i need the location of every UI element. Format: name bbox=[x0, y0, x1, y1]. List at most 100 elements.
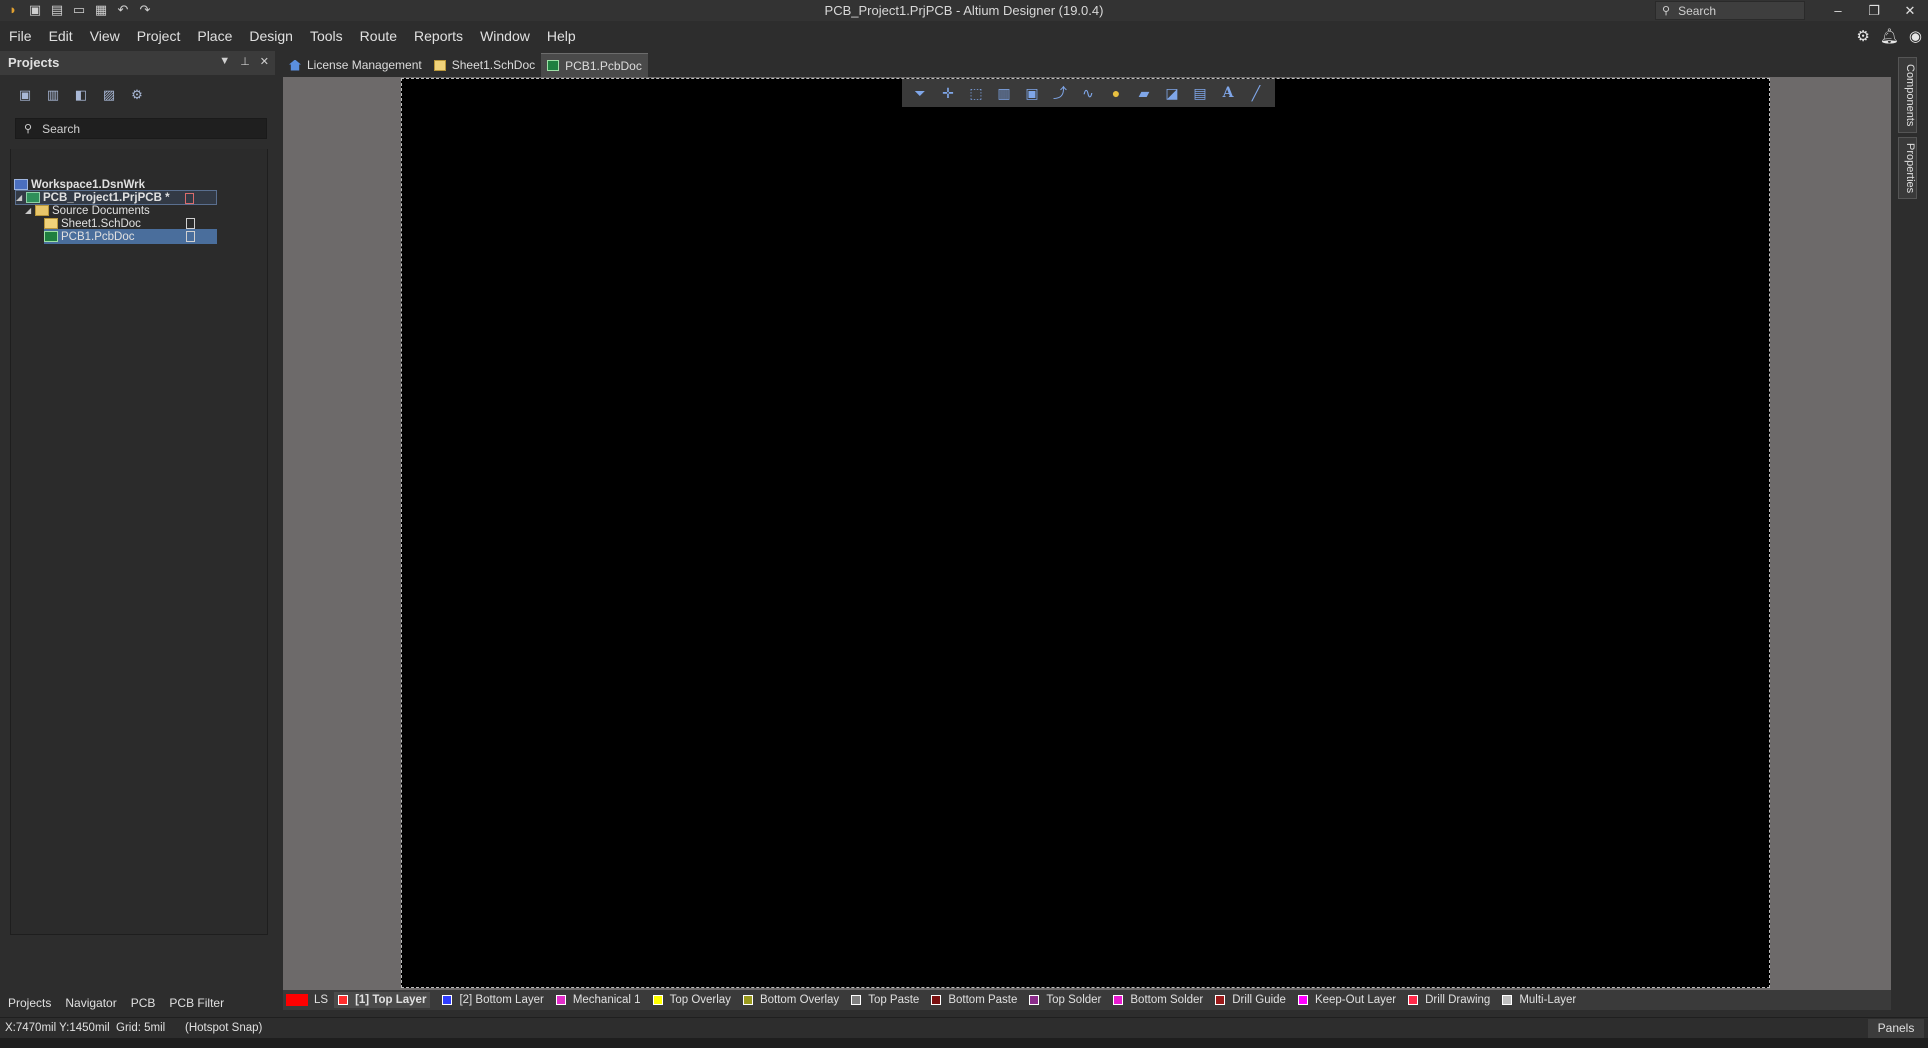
expand-arrow-icon[interactable]: ◢ bbox=[25, 206, 35, 215]
pad-icon[interactable]: ● bbox=[1106, 83, 1126, 103]
line-icon[interactable]: ╱ bbox=[1246, 83, 1266, 103]
tree-document-label: PCB1.PcbDoc bbox=[61, 230, 135, 243]
doc-tab-label: PCB1.PcbDoc bbox=[565, 58, 642, 73]
select-area-icon[interactable]: ⬚ bbox=[966, 83, 986, 103]
layer-label: Multi-Layer bbox=[1519, 994, 1577, 1006]
menu-reports[interactable]: Reports bbox=[414, 28, 463, 44]
projects-toolbar: ▣ ▥ ◧ ▨ ⚙ bbox=[16, 87, 146, 103]
doc-tab-label: License Management bbox=[307, 58, 422, 72]
save-icon[interactable]: ▣ bbox=[16, 87, 34, 103]
current-layer-indicator[interactable]: LS bbox=[286, 994, 328, 1006]
layer-tab[interactable]: Bottom Solder bbox=[1113, 994, 1203, 1006]
doc-tab-sheet1[interactable]: Sheet1.SchDoc bbox=[428, 53, 541, 77]
settings-gear-icon[interactable]: ⚙ bbox=[128, 87, 146, 103]
layer-label: Bottom Paste bbox=[948, 994, 1018, 1006]
route-icon[interactable]: ⤴ bbox=[1050, 83, 1070, 103]
layer-color-swatch bbox=[1502, 995, 1513, 1005]
layer-tabs-bar: LS [1] Top Layer [2] Bottom Layer Mechanic… bbox=[283, 990, 1891, 1010]
filter-icon[interactable]: ⏷ bbox=[910, 83, 930, 103]
pcb-doc-icon bbox=[547, 60, 560, 71]
layer-label: Top Overlay bbox=[669, 994, 731, 1006]
home-icon bbox=[289, 59, 301, 71]
tree-document-pcb1[interactable]: PCB1.PcbDoc bbox=[44, 229, 217, 244]
active-bar-toolbar: ⏷ ✛ ⬚ ▥ ▣ ⤴ ∿ ● ▰ ◪ ▤ A ╱ bbox=[902, 79, 1275, 107]
status-bar: X:7470mil Y:1450mil Grid: 5mil (Hotspot … bbox=[0, 1017, 1928, 1038]
pcb-board-sheet[interactable] bbox=[401, 78, 1770, 988]
menu-project[interactable]: Project bbox=[137, 28, 181, 44]
close-button[interactable]: ✕ bbox=[1892, 0, 1928, 21]
menu-design[interactable]: Design bbox=[249, 28, 293, 44]
layer-tab[interactable]: Keep-Out Layer bbox=[1297, 994, 1396, 1006]
layer-label: Top Solder bbox=[1046, 994, 1102, 1006]
tree-project-label: PCB_Project1.PrjPCB * bbox=[43, 191, 170, 204]
taskbar-strip bbox=[0, 1038, 1928, 1048]
dimension-icon[interactable]: ▤ bbox=[1190, 83, 1210, 103]
panels-button[interactable]: Panels bbox=[1868, 1019, 1924, 1038]
layer-tab[interactable]: Bottom Overlay bbox=[742, 994, 839, 1006]
layer-color-swatch bbox=[851, 995, 862, 1005]
layer-label: [2] Bottom Layer bbox=[459, 994, 544, 1006]
search-icon: ⚲ bbox=[24, 123, 33, 135]
layer-tab[interactable]: Top Solder bbox=[1029, 994, 1101, 1006]
layer-tab[interactable]: Multi-Layer bbox=[1502, 994, 1576, 1006]
interactive-route-icon[interactable]: ∿ bbox=[1078, 83, 1098, 103]
layer-tab[interactable]: Top Overlay bbox=[652, 994, 731, 1006]
altium-designer-window: ◗ ▣ ▤ ▭ ▦ ↶ ↷ PCB_Project1.PrjPCB - Alti… bbox=[0, 0, 1928, 1048]
layer-tab[interactable]: Drill Guide bbox=[1215, 994, 1286, 1006]
layer-label: Bottom Solder bbox=[1130, 994, 1204, 1006]
minimize-button[interactable]: – bbox=[1820, 0, 1856, 21]
menu-edit[interactable]: Edit bbox=[49, 28, 73, 44]
layer-tab[interactable]: [1] Top Layer bbox=[334, 992, 431, 1008]
layer-tab[interactable]: Drill Drawing bbox=[1408, 994, 1490, 1006]
polygon-icon[interactable]: ▰ bbox=[1134, 83, 1154, 103]
schematic-doc-icon bbox=[44, 218, 58, 229]
global-search-input[interactable]: ⚲ Search bbox=[1655, 1, 1805, 20]
pcb-editor-workspace[interactable]: ⏷ ✛ ⬚ ▥ ▣ ⤴ ∿ ● ▰ ◪ ▤ A ╱ bbox=[283, 77, 1891, 990]
compile-icon[interactable]: ▥ bbox=[44, 87, 62, 103]
cross-probe-icon[interactable]: ✛ bbox=[938, 83, 958, 103]
components-panel-tab[interactable]: Components bbox=[1898, 57, 1917, 133]
menu-route[interactable]: Route bbox=[360, 28, 397, 44]
layer-color-swatch bbox=[442, 995, 453, 1005]
projects-search-input[interactable]: ⚲ Search bbox=[15, 118, 267, 139]
shape-icon[interactable]: ◪ bbox=[1162, 83, 1182, 103]
current-layer-swatch bbox=[286, 994, 308, 1006]
properties-panel-tab[interactable]: Properties bbox=[1898, 137, 1917, 199]
restore-button[interactable]: ❐ bbox=[1856, 0, 1892, 21]
panel-pin-icon[interactable]: ⊥ bbox=[240, 55, 250, 68]
menu-place[interactable]: Place bbox=[197, 28, 232, 44]
menu-help[interactable]: Help bbox=[547, 28, 576, 44]
layer-color-swatch bbox=[555, 995, 566, 1005]
project-options-icon[interactable]: ▨ bbox=[100, 87, 118, 103]
tab-pcb-filter[interactable]: PCB Filter bbox=[163, 993, 231, 1013]
global-search-label: Search bbox=[1678, 3, 1717, 18]
layer-label: Mechanical 1 bbox=[572, 994, 641, 1006]
component-icon[interactable]: ▣ bbox=[1022, 83, 1042, 103]
menu-window[interactable]: Window bbox=[480, 28, 530, 44]
doc-tab-pcb1[interactable]: PCB1.PcbDoc bbox=[541, 53, 648, 77]
menu-view[interactable]: View bbox=[90, 28, 120, 44]
window-title: PCB_Project1.PrjPCB - Altium Designer (1… bbox=[824, 3, 1104, 18]
settings-gear-icon[interactable]: ⚙ bbox=[1856, 27, 1869, 45]
layer-color-swatch bbox=[1297, 995, 1308, 1005]
align-icon[interactable]: ▥ bbox=[994, 83, 1014, 103]
layer-tab[interactable]: [2] Bottom Layer bbox=[442, 994, 544, 1006]
doc-tab-license-management[interactable]: License Management bbox=[283, 53, 428, 77]
layer-tab[interactable]: Mechanical 1 bbox=[555, 994, 641, 1006]
layer-tab[interactable]: Top Paste bbox=[851, 994, 919, 1006]
snap-mode: (Hotspot Snap) bbox=[185, 1022, 263, 1034]
tab-projects[interactable]: Projects bbox=[2, 993, 58, 1013]
user-account-icon[interactable]: ◉ bbox=[1909, 27, 1922, 45]
tab-pcb[interactable]: PCB bbox=[124, 993, 162, 1013]
panel-menu-chevron-down-icon[interactable]: ▼ bbox=[219, 55, 230, 68]
notifications-bell-icon[interactable]: 🔔︎ bbox=[1880, 27, 1899, 45]
menu-tools[interactable]: Tools bbox=[310, 28, 343, 44]
expand-arrow-icon[interactable]: ◢ bbox=[16, 193, 26, 202]
panel-close-icon[interactable]: ✕ bbox=[260, 55, 269, 68]
menu-file[interactable]: File bbox=[9, 28, 32, 44]
layer-tab[interactable]: Bottom Paste bbox=[931, 994, 1017, 1006]
text-icon[interactable]: A bbox=[1218, 83, 1238, 103]
document-back-icon[interactable]: ◧ bbox=[72, 87, 90, 103]
tab-navigator[interactable]: Navigator bbox=[59, 993, 123, 1013]
pcb-project-icon bbox=[26, 192, 40, 203]
